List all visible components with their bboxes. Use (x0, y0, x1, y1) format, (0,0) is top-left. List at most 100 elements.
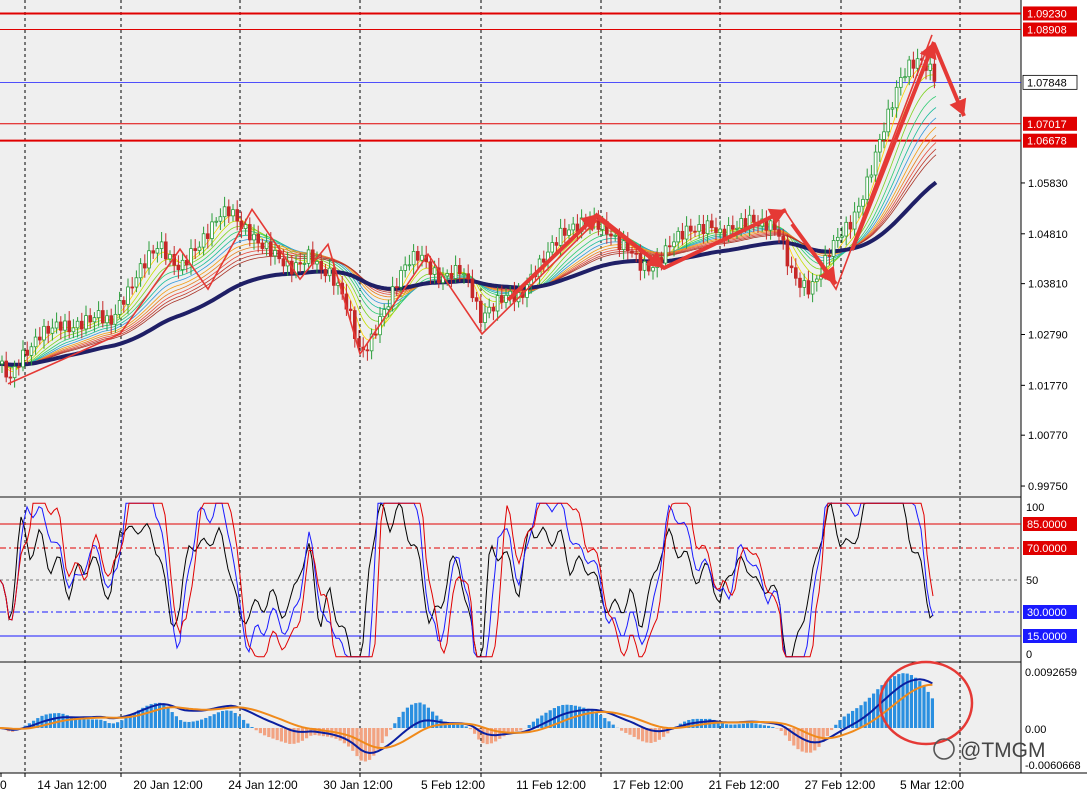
candle-body (702, 224, 705, 233)
macd-histogram-bar (297, 728, 300, 743)
candle-body (366, 350, 369, 351)
candle-body (568, 230, 571, 235)
candle-body (64, 321, 67, 330)
candle-body (219, 217, 222, 222)
candle-body (610, 234, 613, 236)
candle-body (34, 337, 37, 347)
macd-histogram-bar (725, 724, 728, 728)
macd-histogram-bar (305, 728, 308, 738)
candle-body (559, 228, 562, 245)
candle-body (110, 316, 113, 325)
candle-body (257, 234, 260, 243)
candle-body (17, 366, 20, 367)
candle-body (849, 222, 852, 229)
macd-histogram-bar (389, 728, 392, 730)
macd-histogram-bar (263, 728, 266, 735)
chart-canvas[interactable]: 1.092301.089081.078481.070171.066781.058… (0, 0, 1087, 795)
candle-body (685, 226, 688, 239)
candle-body (80, 321, 83, 329)
candle-body (198, 247, 201, 250)
macd-histogram-bar (301, 728, 304, 741)
price-level-label: 1.07848 (1027, 77, 1067, 89)
osc-level-label: 15.0000 (1027, 631, 1067, 643)
candle-body (488, 307, 491, 313)
candle-body (698, 224, 701, 231)
macd-histogram-bar (234, 713, 237, 728)
macd-histogram-bar (250, 727, 253, 728)
macd-histogram-bar (183, 722, 186, 728)
candle-body (55, 322, 58, 328)
macd-histogram-bar (225, 710, 228, 728)
macd-histogram-bar (196, 721, 199, 728)
candle-body (710, 221, 713, 228)
candle-body (807, 281, 810, 294)
candle-body (870, 175, 873, 177)
macd-histogram-bar (351, 728, 354, 751)
candle-body (118, 300, 121, 314)
macd-histogram-bar (112, 723, 115, 728)
candle-body (139, 264, 142, 278)
candle-body (857, 206, 860, 212)
candle-body (169, 254, 172, 259)
candle-body (484, 313, 487, 323)
macd-histogram-bar (213, 714, 216, 728)
candle-body (101, 311, 104, 323)
candle-body (635, 253, 638, 254)
candle-body (664, 246, 667, 263)
candle-body (786, 240, 789, 266)
candle-body (374, 334, 377, 335)
candle-body (752, 215, 755, 222)
price-level-label: 1.09230 (1027, 8, 1067, 20)
candle-body (206, 234, 209, 239)
osc-level-label: 30.0000 (1027, 607, 1067, 619)
candle-body (324, 269, 327, 275)
macd-histogram-bar (826, 728, 829, 736)
macd-histogram-bar (586, 709, 589, 728)
candle-body (631, 251, 634, 253)
macd-histogram-bar (544, 713, 547, 728)
price-tick-label: 1.04810 (1028, 229, 1068, 241)
trading-chart-window[interactable]: 1.092301.089081.078481.070171.066781.058… (0, 0, 1087, 795)
candle-body (261, 243, 264, 248)
macd-histogram-bar (53, 713, 56, 728)
macd-histogram-bar (221, 711, 224, 728)
macd-histogram-bar (267, 728, 270, 737)
candle-body (395, 287, 398, 288)
macd-histogram-bar (809, 728, 812, 753)
price-level-label: 1.08908 (1027, 25, 1067, 37)
candle-body (274, 250, 277, 255)
macd-histogram-bar (481, 728, 484, 743)
candle-body (152, 251, 155, 253)
candle-body (912, 60, 915, 68)
candle-body (349, 309, 352, 310)
macd-histogram-bar (603, 718, 606, 728)
candle-body (769, 221, 772, 230)
macd-histogram-bar (280, 728, 283, 741)
macd-histogram-bar (595, 712, 598, 728)
candle-body (332, 268, 335, 285)
candle-body (563, 228, 566, 235)
candle-body (736, 228, 739, 229)
candle-body (26, 350, 29, 355)
candle-body (282, 259, 285, 266)
candle-body (740, 218, 743, 228)
macd-histogram-bar (733, 724, 736, 728)
candle-body (866, 177, 869, 199)
osc-tick-label: 100 (1026, 502, 1044, 514)
candle-body (933, 64, 936, 81)
macd-histogram-bar (931, 698, 934, 728)
macd-histogram-bar (792, 728, 795, 746)
candle-body (244, 224, 247, 228)
macd-histogram-bar (103, 721, 106, 728)
candle-body (131, 287, 134, 288)
candle-body (408, 265, 411, 266)
macd-histogram-bar (742, 724, 745, 728)
osc-level-label: 70.0000 (1027, 543, 1067, 555)
candle-body (211, 222, 214, 239)
candle-body (652, 268, 655, 271)
candle-body (181, 260, 184, 269)
candle-body (799, 278, 802, 287)
price-tick-label: 1.03810 (1028, 279, 1068, 291)
macd-histogram-bar (381, 728, 384, 743)
candle-body (715, 228, 718, 233)
